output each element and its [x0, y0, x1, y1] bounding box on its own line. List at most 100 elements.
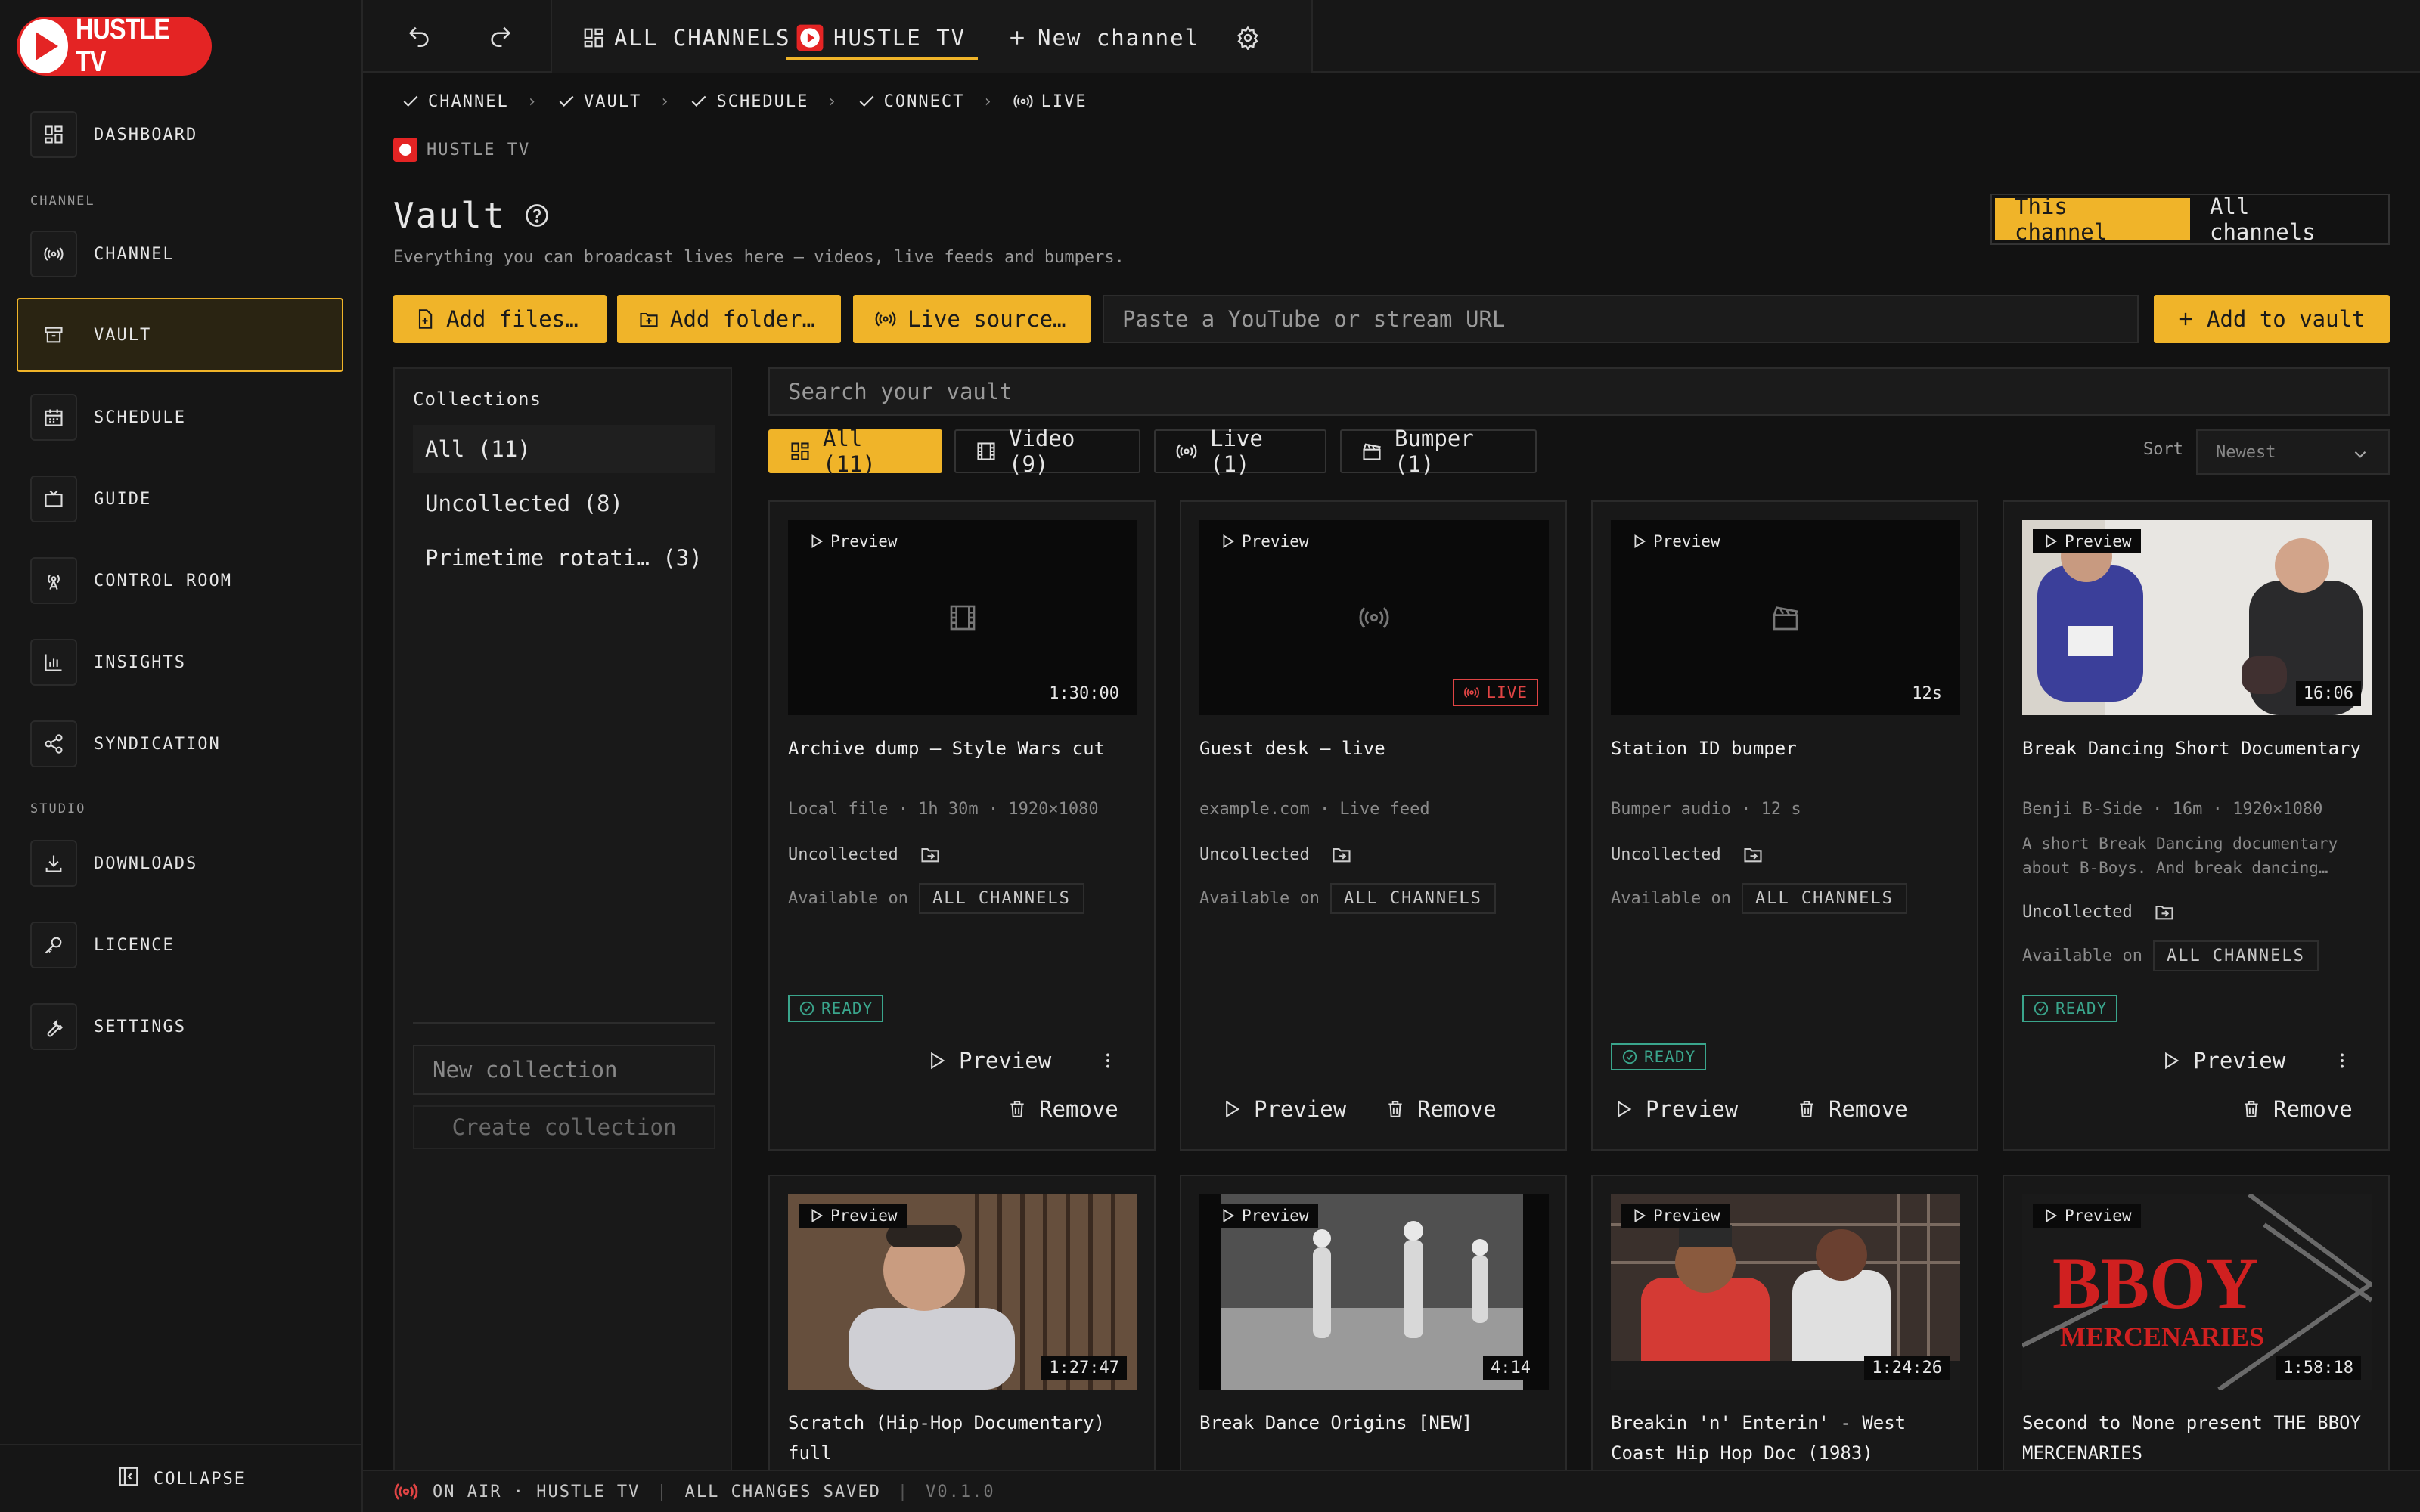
create-collection-button[interactable]: Create collection	[413, 1105, 715, 1149]
card-thumbnail[interactable]: Preview 16:06	[2022, 520, 2372, 715]
sidebar-item-label: VAULT	[94, 325, 152, 345]
play-icon	[2160, 1050, 2181, 1071]
card-thumbnail[interactable]: BBOY MERCENARIES Preview 1:58:18	[2022, 1194, 2372, 1390]
card-collection: Uncollected	[788, 844, 941, 865]
live-label: LIVE	[1486, 683, 1528, 702]
more-options-icon[interactable]	[1098, 1051, 1118, 1070]
vault-card[interactable]: Preview 1:24:26 Breakin 'n' Enterin' - W…	[1591, 1175, 1978, 1477]
collection-primetime[interactable]: Primetime rotati… (3)	[413, 534, 715, 582]
ready-label: READY	[2055, 999, 2108, 1018]
available-on-label: Available on	[1611, 889, 1731, 908]
sidebar-item-licence[interactable]: LICENCE	[17, 910, 343, 980]
sidebar-item-downloads[interactable]: DOWNLOADS	[17, 829, 343, 898]
remove-button[interactable]: Remove	[1007, 1096, 1118, 1122]
sidebar-item-settings[interactable]: SETTINGS	[17, 992, 343, 1061]
sidebar-item-schedule[interactable]: SCHEDULE	[17, 383, 343, 452]
vault-card[interactable]: Preview 16:06 Break Dancing Short Docume…	[2003, 500, 2390, 1151]
preview-button[interactable]: Preview	[1612, 1096, 1738, 1122]
stream-url-input[interactable]: Paste a YouTube or stream URL	[1103, 295, 2139, 343]
all-channels-chip[interactable]: ALL CHANNELS	[1329, 883, 1496, 914]
preview-badge[interactable]: Preview	[799, 529, 907, 553]
all-channels-chip[interactable]: ALL CHANNELS	[1741, 883, 1907, 914]
sidebar-item-syndication[interactable]: SYNDICATION	[17, 709, 343, 779]
breadcrumb-step-connect[interactable]: CONNECT	[857, 91, 965, 111]
new-collection-input[interactable]: New collection	[413, 1045, 715, 1095]
card-thumbnail[interactable]: Preview LIVE	[1199, 520, 1549, 715]
preview-button[interactable]: Preview	[1221, 1096, 1346, 1122]
preview-badge[interactable]: Preview	[1210, 1204, 1318, 1228]
sidebar-section-studio: STUDIO	[30, 801, 86, 816]
sidebar-item-control-room[interactable]: CONTROL ROOM	[17, 546, 343, 615]
filter-all[interactable]: All (11)	[768, 426, 942, 477]
card-thumbnail[interactable]: Preview 1:27:47	[788, 1194, 1137, 1390]
undo-button[interactable]	[401, 18, 437, 54]
vault-card[interactable]: Preview 1:27:47 Scratch (Hip-Hop Documen…	[768, 1175, 1156, 1477]
vault-card[interactable]: Preview 4:14 Break Dance Origins [NEW]	[1180, 1175, 1567, 1477]
remove-button[interactable]: Remove	[1385, 1096, 1497, 1122]
preview-button[interactable]: Preview	[926, 1048, 1051, 1074]
sidebar-item-guide[interactable]: GUIDE	[17, 464, 343, 534]
new-channel-button[interactable]: New channel	[1006, 18, 1199, 57]
sort-label: Sort	[2143, 440, 2183, 459]
chevron-right-icon: ›	[982, 91, 994, 111]
filter-bumper[interactable]: Bumper (1)	[1340, 426, 1537, 477]
folder-move-icon[interactable]	[1331, 844, 1352, 865]
breadcrumb-step-schedule[interactable]: SCHEDULE	[689, 91, 808, 111]
ready-badge: READY	[1611, 1043, 1707, 1070]
filter-live[interactable]: Live (1)	[1154, 426, 1326, 477]
vault-search-input[interactable]: Search your vault	[768, 367, 2390, 416]
add-to-vault-button[interactable]: Add to vault	[2154, 295, 2390, 343]
vault-card[interactable]: BBOY MERCENARIES Preview 1:58:18 Second …	[2003, 1175, 2390, 1477]
add-files-button[interactable]: Add files…	[393, 295, 607, 343]
tab-label: ALL CHANNELS	[614, 25, 791, 51]
collapse-button[interactable]: COLLAPSE	[0, 1444, 363, 1512]
broadcast-icon	[1013, 91, 1034, 112]
ready-badge: READY	[788, 995, 884, 1022]
channel-logo-icon	[393, 138, 417, 162]
preview-button[interactable]: Preview	[2160, 1048, 2285, 1074]
breadcrumb-step-live[interactable]: LIVE	[1013, 91, 1087, 112]
folder-move-icon[interactable]	[2154, 901, 2175, 922]
vault-card[interactable]: Preview 12s Station ID bumper Bumper aud…	[1591, 500, 1978, 1151]
sidebar-item-channel[interactable]: CHANNEL	[17, 219, 343, 289]
vault-card[interactable]: Preview 1:30:00 Archive dump — Style War…	[768, 500, 1156, 1151]
scope-this-channel[interactable]: This channel	[1995, 194, 2190, 245]
sidebar-item-insights[interactable]: INSIGHTS	[17, 627, 343, 697]
breadcrumb-step-channel[interactable]: CHANNEL	[401, 91, 509, 111]
card-thumbnail[interactable]: Preview 1:24:26	[1611, 1194, 1960, 1390]
preview-badge[interactable]: Preview	[1621, 1204, 1730, 1228]
scope-all-channels[interactable]: All channels	[2190, 194, 2385, 245]
tab-hustle-tv[interactable]: HUSTLE TV	[786, 18, 979, 60]
filter-video[interactable]: Video (9)	[954, 426, 1140, 477]
hustle-tv-logo[interactable]: HUSTLE TV	[17, 14, 212, 78]
preview-badge[interactable]: Preview	[799, 1204, 907, 1228]
redo-button[interactable]	[482, 18, 519, 54]
all-channels-chip[interactable]: ALL CHANNELS	[918, 883, 1084, 914]
breadcrumb-step-vault[interactable]: VAULT	[557, 91, 641, 111]
folder-move-icon[interactable]	[1742, 844, 1764, 865]
preview-badge[interactable]: Preview	[1210, 529, 1318, 553]
channel-settings-button[interactable]	[1236, 18, 1269, 57]
all-channels-chip[interactable]: ALL CHANNELS	[2152, 940, 2319, 971]
preview-badge[interactable]: Preview	[1621, 529, 1730, 553]
preview-badge[interactable]: Preview	[2033, 529, 2141, 553]
sidebar-item-vault[interactable]: VAULT	[17, 298, 343, 372]
preview-badge[interactable]: Preview	[2033, 1204, 2141, 1228]
tab-all-channels[interactable]: ALL CHANNELS	[582, 18, 791, 57]
remove-button[interactable]: Remove	[2242, 1096, 2353, 1122]
help-icon[interactable]	[523, 202, 551, 229]
card-thumbnail[interactable]: Preview 4:14	[1199, 1194, 1549, 1390]
vault-card[interactable]: Preview LIVE Guest desk — live example.c…	[1180, 500, 1567, 1151]
add-folder-button[interactable]: Add folder…	[617, 295, 841, 343]
remove-button[interactable]: Remove	[1797, 1096, 1908, 1122]
more-options-icon[interactable]	[2332, 1051, 2352, 1070]
live-source-button[interactable]: Live source…	[853, 295, 1091, 343]
sort-select[interactable]: Newest	[2196, 429, 2390, 475]
sidebar-item-dashboard[interactable]: DASHBOARD	[17, 100, 343, 169]
card-thumbnail[interactable]: Preview 12s	[1611, 520, 1960, 715]
collection-uncollected[interactable]: Uncollected (8)	[413, 479, 715, 528]
card-thumbnail[interactable]: Preview 1:30:00	[788, 520, 1137, 715]
collection-all[interactable]: All (11)	[413, 425, 715, 473]
folder-move-icon[interactable]	[920, 844, 941, 865]
broadcast-icon	[30, 231, 77, 277]
